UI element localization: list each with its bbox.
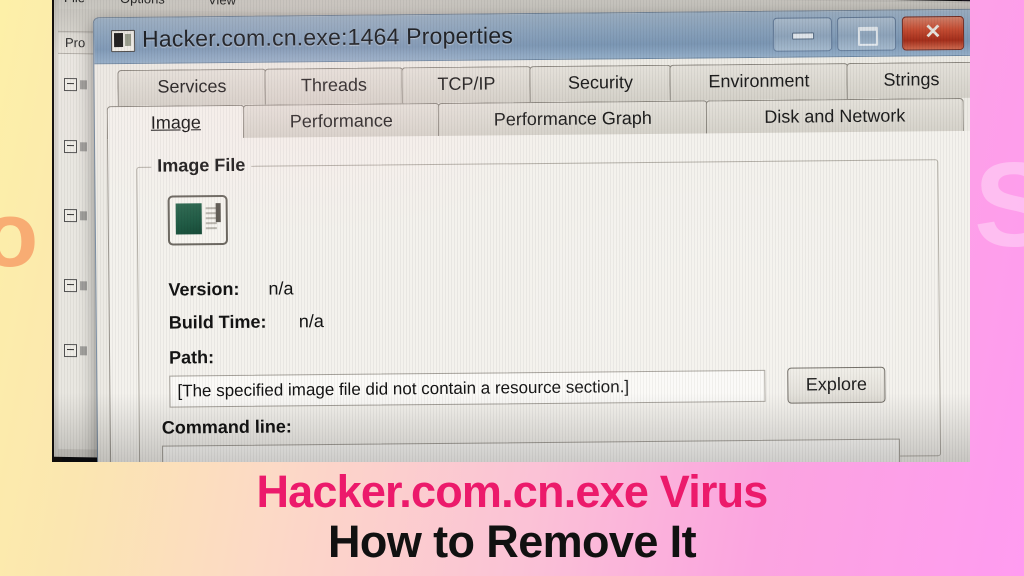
maximize-button[interactable] xyxy=(836,16,897,52)
application-icon xyxy=(110,29,136,53)
image-file-icon xyxy=(167,195,229,246)
row-placeholder xyxy=(80,80,87,90)
tree-expander-icon[interactable] xyxy=(64,343,77,358)
tree-expander-icon[interactable] xyxy=(64,278,77,293)
path-label: Path: xyxy=(169,347,215,368)
close-button[interactable]: ✕ xyxy=(901,15,965,51)
tree-expander-icon[interactable] xyxy=(64,208,77,223)
tab-panel-image: Image File Version: n/a Build Time: n/a xyxy=(106,130,970,462)
group-title: Image File xyxy=(151,154,252,177)
caption-line-2: How to Remove It xyxy=(328,516,697,567)
version-label: Version: xyxy=(168,278,240,300)
menu-item-options[interactable]: Options xyxy=(120,0,165,7)
dialog-title-bar[interactable]: Hacker.com.cn.exe:1464 Properties ✕ xyxy=(93,9,970,65)
image-file-group: Image File Version: n/a Build Time: n/a xyxy=(136,154,942,462)
row-placeholder xyxy=(80,142,87,152)
dialog-title: Hacker.com.cn.exe:1464 Properties xyxy=(141,22,514,52)
tab-threads[interactable]: Threads xyxy=(264,67,404,105)
close-icon: ✕ xyxy=(924,21,942,44)
watermark-right: S xyxy=(973,138,1024,272)
tab-services[interactable]: Services xyxy=(117,68,267,107)
explore-button[interactable]: Explore xyxy=(787,366,886,404)
build-time-label: Build Time: xyxy=(168,311,267,333)
minimize-button[interactable] xyxy=(772,17,833,52)
tab-performance[interactable]: Performance xyxy=(242,102,441,141)
tab-image[interactable]: Image xyxy=(106,104,246,143)
row-placeholder xyxy=(80,346,87,356)
properties-dialog: Hacker.com.cn.exe:1464 Properties ✕ Serv… xyxy=(92,8,970,462)
command-line-label: Command line: xyxy=(161,416,292,438)
minimize-icon xyxy=(792,32,815,40)
tree-expander-icon[interactable] xyxy=(64,139,77,154)
tab-tcpip[interactable]: TCP/IP xyxy=(401,66,532,104)
column-header-label: Pro xyxy=(65,34,86,51)
tab-strings[interactable]: Strings xyxy=(846,61,970,100)
screenshot-root: o o S File Options View Pro xyxy=(0,0,1024,576)
caption-line-1: Hacker.com.cn.exe Virus xyxy=(256,466,768,517)
tab-environment[interactable]: Environment xyxy=(669,63,849,101)
monitor-photo: File Options View Pro xyxy=(52,0,970,462)
tree-expander-icon[interactable] xyxy=(64,77,77,92)
menu-item-view[interactable]: View xyxy=(208,0,236,8)
build-time-value: n/a xyxy=(298,311,324,332)
menu-item-file[interactable]: File xyxy=(64,0,85,5)
caption-band: Hacker.com.cn.exe Virus How to Remove It xyxy=(0,462,1024,576)
command-line-input[interactable] xyxy=(161,438,901,462)
path-input[interactable]: [The specified image file did not contai… xyxy=(169,369,766,408)
maximize-icon xyxy=(857,26,879,46)
row-placeholder xyxy=(80,211,87,221)
row-placeholder xyxy=(80,281,87,291)
version-value: n/a xyxy=(268,278,294,299)
tab-security[interactable]: Security xyxy=(529,64,672,103)
